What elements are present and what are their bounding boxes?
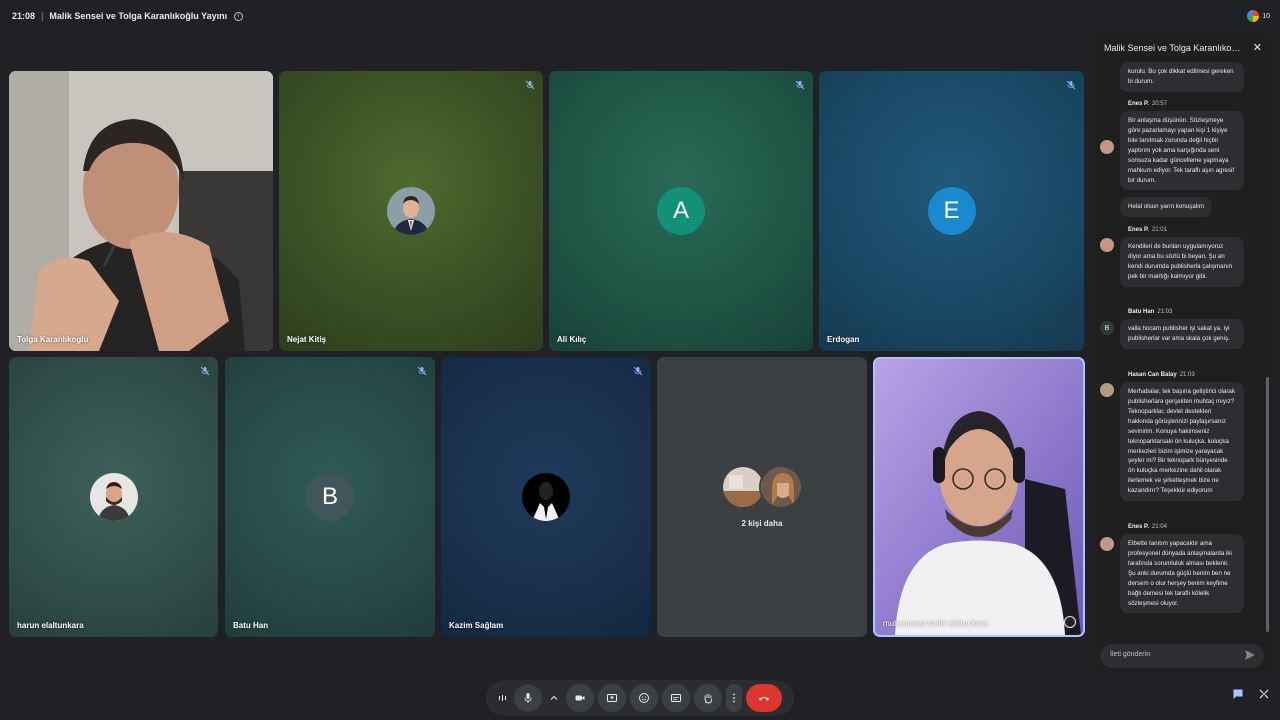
end-call-icon[interactable] xyxy=(746,684,782,712)
chevron-up-icon[interactable] xyxy=(546,684,562,712)
side-panel-toggles xyxy=(1232,688,1270,700)
avatar xyxy=(387,187,435,235)
chat-icon[interactable] xyxy=(1232,688,1244,700)
close-icon[interactable]: ✕ xyxy=(1253,41,1262,54)
participant-tile[interactable]: harun elaltunkara xyxy=(9,357,218,637)
avatar xyxy=(1100,140,1114,154)
raise-hand-icon[interactable] xyxy=(694,684,722,712)
message-input[interactable]: İleti gönderin xyxy=(1100,644,1264,668)
people-icon xyxy=(1247,10,1260,22)
participant-name: harun elaltunkara xyxy=(17,621,84,630)
chat-message: valla hocam publisher işi sakat ya. iyi … xyxy=(1120,319,1244,349)
participant-tile[interactable]: muhammed malik elaltunkara xyxy=(873,357,1085,637)
participant-name: Tolga Karanlıkoglu xyxy=(17,335,89,344)
mic-off-icon xyxy=(417,363,427,376)
message-input-placeholder: İleti gönderin xyxy=(1110,651,1151,658)
avatar-stack xyxy=(721,465,807,511)
top-bar: 21:08 | Malik Sensei ve Tolga Karanlıkoğ… xyxy=(12,9,244,23)
mic-off-icon xyxy=(525,77,535,90)
mic-off-icon xyxy=(633,363,643,376)
avatar xyxy=(522,473,570,521)
participant-count: 10 xyxy=(1262,12,1270,20)
meeting-title: Malik Sensei ve Tolga Karanlıkoğlu Yayın… xyxy=(49,11,228,21)
info-icon[interactable]: i xyxy=(234,11,244,21)
message-time: 21:01 xyxy=(1151,227,1167,233)
chat-title: Malik Sensei ve Tolga Karanlıkoğl... xyxy=(1104,43,1244,53)
message-time: 21:03 xyxy=(1179,372,1195,378)
participant-tile[interactable]: B Batu Han xyxy=(225,357,435,637)
participant-name: Nejat Kitiş xyxy=(287,335,327,344)
message-sender: Enes P. xyxy=(1128,227,1149,233)
chat-panel: Malik Sensei ve Tolga Karanlıkoğl... ✕ k… xyxy=(1092,32,1272,676)
message-sender: Hasan Can Balay xyxy=(1128,372,1177,378)
avatar-letter: B xyxy=(306,473,354,521)
send-icon[interactable] xyxy=(1244,649,1256,661)
participant-name: Erdogan xyxy=(827,335,860,344)
message-sender: Enes P. xyxy=(1128,101,1149,107)
avatar xyxy=(1100,383,1114,397)
more-participants-tile[interactable]: 2 kişi daha xyxy=(657,357,867,637)
message-meta: Hasan Can Balay 21:03 xyxy=(1128,372,1195,378)
video-feed xyxy=(9,71,273,351)
chat-messages: kurulu. Bu çok dikkat edilmesi gereken b… xyxy=(1092,58,1272,628)
message-meta: Enes P. 21:01 xyxy=(1128,227,1167,233)
activities-icon[interactable] xyxy=(1258,688,1270,700)
message-sender: Batu Han xyxy=(1128,309,1155,315)
separator: | xyxy=(41,11,44,21)
audio-bars-icon xyxy=(494,684,510,712)
mic-off-icon xyxy=(200,363,210,376)
participant-tile[interactable]: Tolga Karanlıkoglu xyxy=(9,71,273,351)
chat-message: kurulu. Bu çok dikkat edilmesi gereken b… xyxy=(1120,62,1244,92)
message-meta: Enes P. 21:04 xyxy=(1128,524,1167,530)
participant-tile[interactable]: E Erdogan xyxy=(819,71,1084,351)
participant-tile[interactable]: Nejat Kitiş xyxy=(279,71,543,351)
message-sender: Enes P. xyxy=(1128,524,1149,530)
captions-icon[interactable] xyxy=(662,684,690,712)
participant-tile[interactable]: A Ali Kılıç xyxy=(549,71,813,351)
message-time: 20:57 xyxy=(1151,101,1167,107)
message-time: 21:04 xyxy=(1151,524,1167,530)
chat-message: Elbette tanıtım yapacaktır ama profesyon… xyxy=(1120,534,1244,614)
mic-off-icon xyxy=(1066,77,1076,90)
emoji-icon[interactable] xyxy=(630,684,658,712)
mic-off-icon xyxy=(795,77,805,90)
avatar xyxy=(89,473,138,521)
avatar-letter: A xyxy=(657,187,705,235)
participant-tile[interactable]: Kazim Sağlam xyxy=(441,357,651,637)
pin-icon[interactable] xyxy=(1064,616,1076,628)
chat-scrollbar[interactable] xyxy=(1266,377,1269,632)
video-feed xyxy=(875,359,1083,635)
chat-message: Bir anlaşma düşünün. Sözleşmeye göre paz… xyxy=(1120,111,1244,191)
avatar xyxy=(759,465,803,509)
message-time: 21:03 xyxy=(1157,309,1173,315)
chat-message: Kendileri de bunları uygulamıyoruz diyor… xyxy=(1120,237,1244,287)
participant-name: Batu Han xyxy=(233,621,269,630)
camera-icon[interactable] xyxy=(566,684,594,712)
chat-message: Merhabalar, tek başına geliştirici olara… xyxy=(1120,382,1244,502)
meet-screen: 21:08 | Malik Sensei ve Tolga Karanlıkoğ… xyxy=(0,0,1280,720)
more-participants-label: 2 kişi daha xyxy=(741,519,783,528)
message-meta: Enes P. 20:57 xyxy=(1128,101,1167,107)
people-button[interactable]: 10 xyxy=(1247,8,1270,24)
avatar xyxy=(1100,537,1114,551)
message-meta: Batu Han 21:03 xyxy=(1128,309,1172,315)
avatar xyxy=(1100,238,1114,252)
participant-name: Kazim Sağlam xyxy=(449,621,504,630)
chat-message: Helal olsun yarın konuşalım xyxy=(1120,197,1213,217)
participant-name: muhammed malik elaltunkara xyxy=(883,619,988,628)
present-icon[interactable] xyxy=(598,684,626,712)
call-controls xyxy=(486,680,794,716)
participant-name: Ali Kılıç xyxy=(557,335,587,344)
microphone-icon[interactable] xyxy=(514,684,542,712)
avatar-letter: E xyxy=(927,187,976,235)
clock: 21:08 xyxy=(12,11,36,21)
avatar-letter: B xyxy=(1100,321,1114,335)
more-options-icon[interactable] xyxy=(726,684,742,712)
